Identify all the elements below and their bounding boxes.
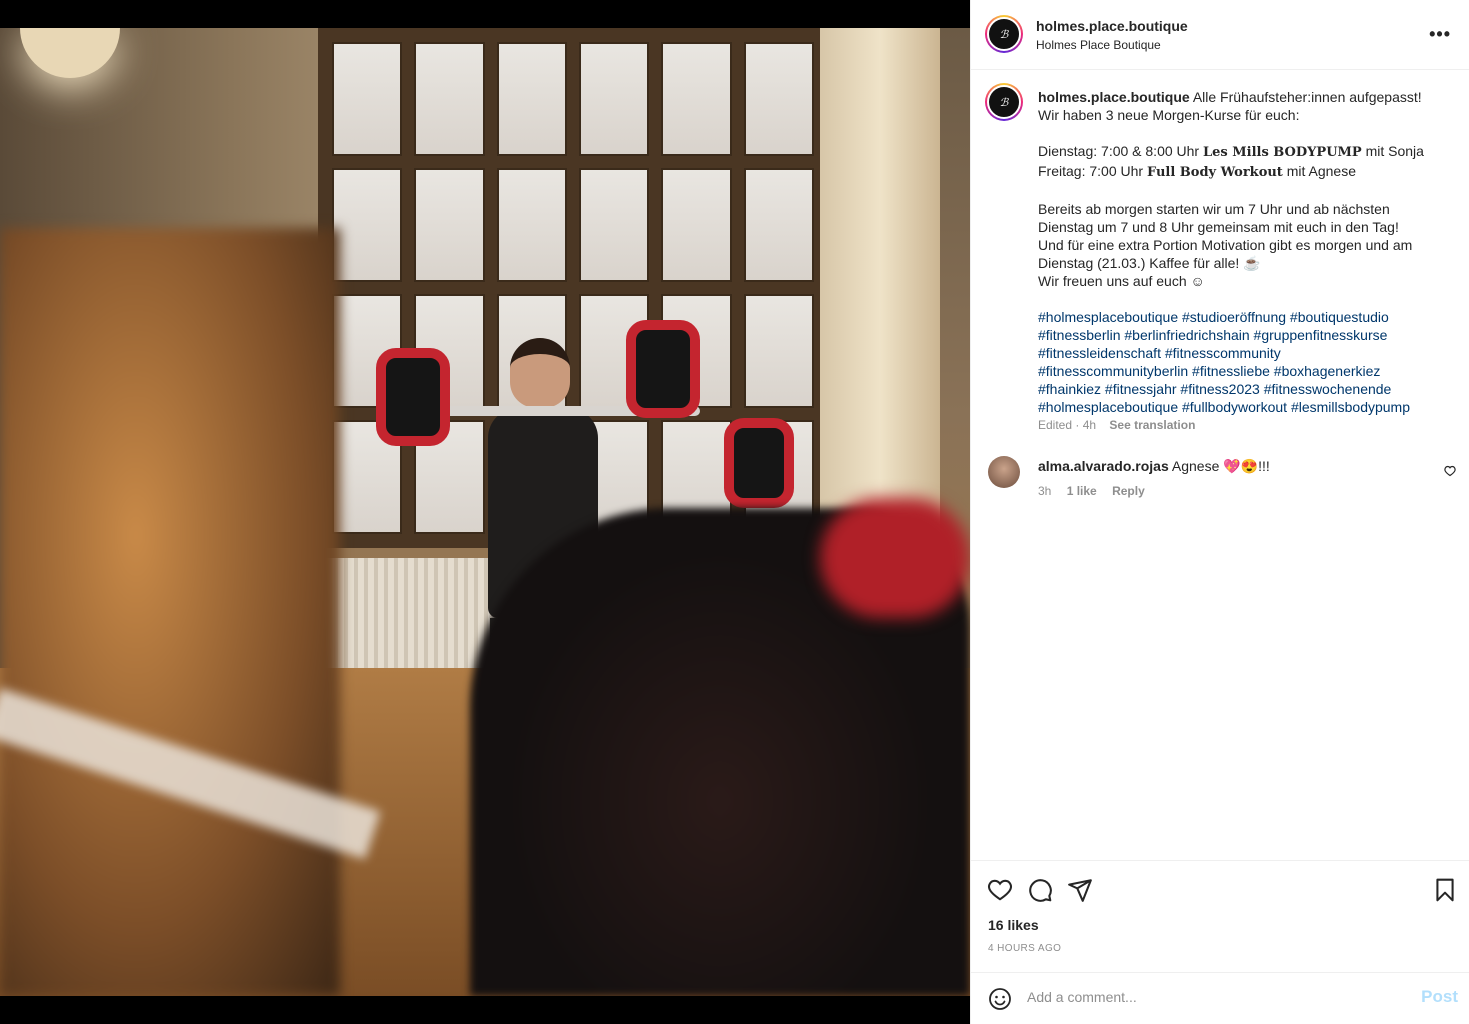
caption-paragraph-1: Bereits ab morgen starten wir um 7 Uhr u… — [1038, 201, 1390, 217]
author-avatar[interactable]: ℬ — [985, 15, 1023, 53]
post-comment-button[interactable]: Post — [1421, 987, 1458, 1007]
action-bar: 16 likes 4 HOURS AGO — [971, 860, 1469, 972]
author-subtitle[interactable]: Holmes Place Boutique — [1036, 38, 1161, 52]
comment-bubble-icon[interactable] — [1027, 877, 1053, 903]
comments-section: ℬ holmes.place.boutique Alle Frühaufsteh… — [971, 71, 1469, 860]
photo-foreground-plate — [820, 498, 970, 618]
hashtag-line[interactable]: #fitnesscommunityberlin #fitnessliebe #b… — [1038, 362, 1453, 380]
photo-plate-right — [626, 320, 700, 418]
author-username[interactable]: holmes.place.boutique — [1036, 18, 1188, 34]
caption-paragraph-5: Wir freuen uns auf euch ☺ — [1038, 273, 1205, 289]
post-header: ℬ holmes.place.boutique Holmes Place Bou… — [971, 0, 1469, 70]
add-comment-input[interactable] — [1027, 989, 1387, 1005]
caption-username[interactable]: holmes.place.boutique — [1038, 89, 1190, 105]
hashtag-line[interactable]: #fitnessleidenschaft #fitnesscommunity — [1038, 344, 1453, 362]
caption: holmes.place.boutique Alle Frühaufsteher… — [1038, 88, 1453, 416]
comment: alma.alvarado.rojas Agnese 💖😍!!! — [1038, 458, 1270, 475]
post-timestamp[interactable]: 4 HOURS AGO — [988, 943, 1061, 954]
post-sidebar: ℬ holmes.place.boutique Holmes Place Bou… — [970, 0, 1469, 1024]
more-options-icon[interactable]: ••• — [1429, 24, 1451, 45]
commenter-avatar[interactable] — [988, 456, 1020, 488]
photo-foreground-person-left — [0, 228, 340, 996]
hashtag-line[interactable]: #fhainkiez #fitnessjahr #fitness2023 #fi… — [1038, 380, 1453, 398]
post-media[interactable] — [0, 0, 970, 1024]
photo-plate-back — [724, 418, 794, 508]
like-heart-icon[interactable] — [987, 877, 1013, 903]
likes-count[interactable]: 16 likes — [988, 917, 1039, 933]
caption-line-1: Alle Frühaufsteher:innen aufgepasst! — [1189, 89, 1422, 105]
post-photo[interactable] — [0, 28, 970, 996]
share-paper-plane-icon[interactable] — [1067, 877, 1093, 903]
hashtag-line[interactable]: #fitnessberlin #berlinfriedrichshain #gr… — [1038, 326, 1453, 344]
add-comment-bar: Post — [971, 972, 1469, 1024]
comment-like-icon[interactable] — [1444, 465, 1456, 477]
instagram-post-view: ℬ holmes.place.boutique Holmes Place Bou… — [0, 0, 1469, 1024]
hashtag-line[interactable]: #holmesplaceboutique #fullbodyworkout #l… — [1038, 398, 1453, 416]
brand-logo-icon: ℬ — [987, 85, 1021, 119]
caption-edited[interactable]: Edited · 4h — [1038, 418, 1096, 432]
comment-time[interactable]: 3h — [1038, 484, 1051, 498]
caption-avatar[interactable]: ℬ — [985, 83, 1023, 121]
comment-text: Agnese 💖😍!!! — [1168, 458, 1270, 474]
see-translation-button[interactable]: See translation — [1109, 418, 1195, 432]
emoji-icon[interactable] — [988, 987, 1012, 1011]
caption-line-2: Wir haben 3 neue Morgen-Kurse für euch: — [1038, 107, 1300, 123]
caption-tuesday: Dienstag: 7:00 & 8:00 Uhr Les Mills BODY… — [1038, 143, 1424, 160]
caption-paragraph-2: Dienstag um 7 und 8 Uhr gemeinsam mit eu… — [1038, 219, 1399, 235]
caption-paragraph-3: Und für eine extra Portion Motivation gi… — [1038, 237, 1413, 253]
commenter-username[interactable]: alma.alvarado.rojas — [1038, 458, 1169, 474]
caption-friday: Freitag: 7:00 Uhr Full Body Workout mit … — [1038, 163, 1356, 180]
reply-button[interactable]: Reply — [1112, 484, 1145, 498]
brand-logo-icon: ℬ — [987, 17, 1021, 51]
caption-meta: Edited · 4h See translation — [1038, 418, 1195, 432]
hashtag-line[interactable]: #holmesplaceboutique #studioeröffnung #b… — [1038, 308, 1453, 326]
save-bookmark-icon[interactable] — [1432, 877, 1458, 903]
comment-likes[interactable]: 1 like — [1067, 484, 1097, 498]
comment-meta: 3h 1 like Reply — [1038, 484, 1145, 498]
caption-paragraph-4: Dienstag (21.03.) Kaffee für alle! ☕ — [1038, 255, 1261, 271]
photo-plate-left — [376, 348, 450, 446]
